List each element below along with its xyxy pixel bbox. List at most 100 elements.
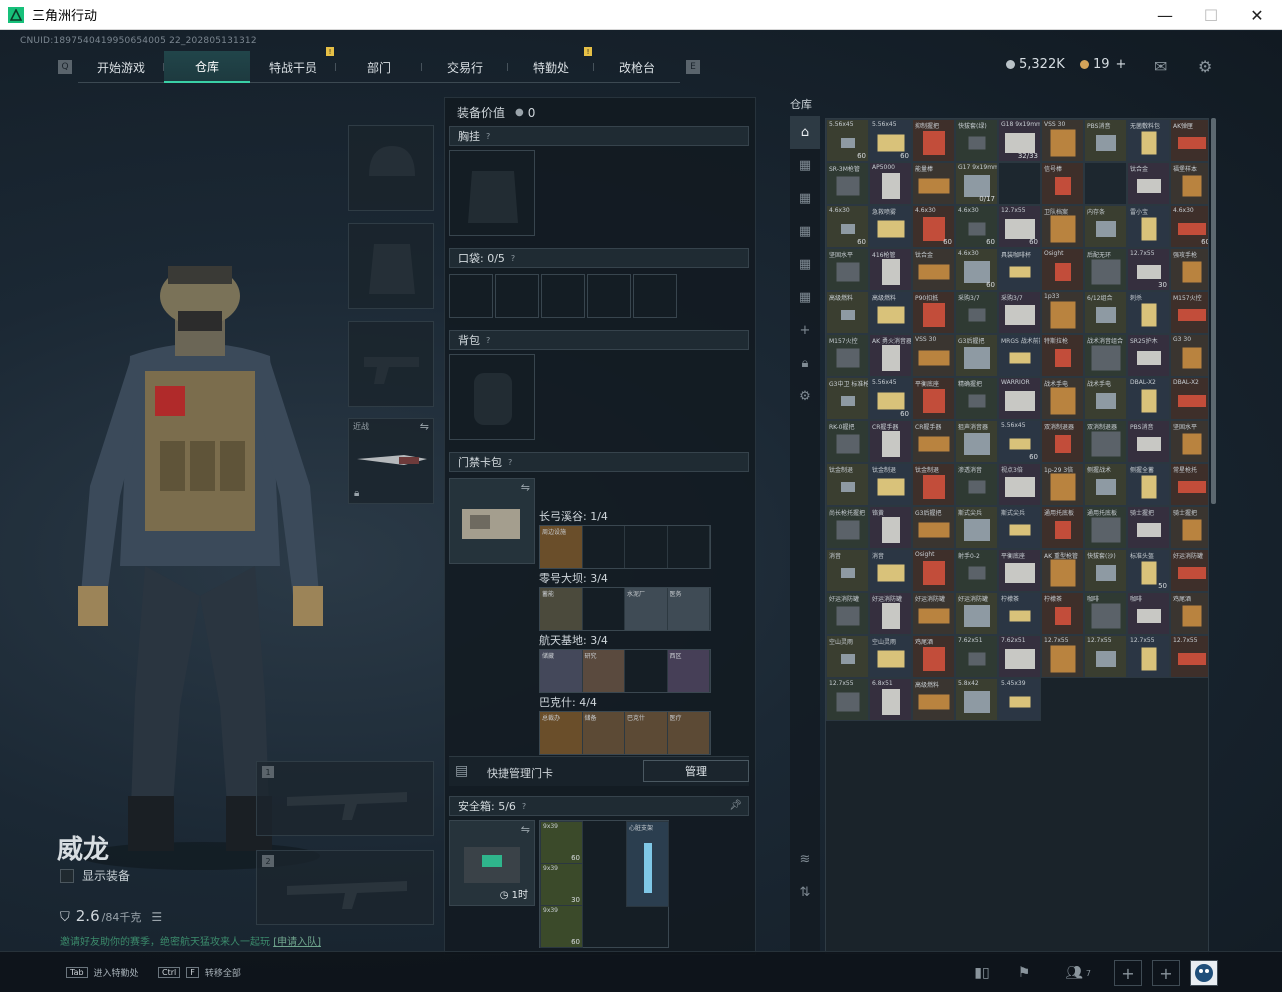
transfer-all-hint[interactable]: Ctrl F 转移全部 [158, 966, 241, 979]
close-button[interactable]: ✕ [1234, 0, 1280, 30]
chest-rig-slot[interactable] [449, 150, 535, 236]
storage-item[interactable]: 标准头盔 50 [1127, 549, 1170, 592]
storage-item[interactable]: 钛金制退 [826, 463, 869, 506]
storage-item[interactable]: MRGS 战术前握 [998, 334, 1041, 377]
mail-icon[interactable]: ✉ [1154, 57, 1167, 76]
storage-item[interactable]: 钛合金 [1127, 162, 1170, 205]
storage-item[interactable]: 采购3/7 [955, 291, 998, 334]
swap-icon[interactable]: ⇋ [420, 420, 429, 433]
storage-page-3-icon[interactable]: ▦ [790, 182, 820, 215]
friends-icon[interactable]: 👥︎ 7 [1058, 962, 1098, 984]
tab-special-ops[interactable]: 特勤处! [508, 47, 594, 83]
storage-item[interactable]: 战术手电 [1084, 377, 1127, 420]
storage-item[interactable]: 精确握把 [955, 377, 998, 420]
storage-item[interactable]: 骑士握把 [1170, 506, 1208, 549]
ammo-item[interactable]: 9x39 30 [540, 863, 583, 906]
storage-item[interactable]: 斯式尖兵 [955, 506, 998, 549]
keycard-slot[interactable]: 研究 [582, 650, 625, 692]
storage-item[interactable]: P90扣抵 [912, 291, 955, 334]
help-icon[interactable]: ? [486, 336, 490, 345]
help-icon[interactable]: ? [486, 132, 490, 141]
invite-slot-2[interactable]: + [1152, 960, 1180, 986]
storage-item[interactable]: 4.6x30 60 [912, 205, 955, 248]
storage-item[interactable]: 高级燃料 [912, 678, 955, 721]
add-page-icon[interactable]: + [790, 314, 820, 347]
storage-item[interactable]: CR握手器 [912, 420, 955, 463]
sort-icon[interactable]: ⇅ [790, 876, 820, 909]
storage-item[interactable]: 骑士握把 [1127, 506, 1170, 549]
storage-item[interactable]: 抑制握把 [912, 119, 955, 162]
ammo-item[interactable]: 9x39 60 [540, 905, 583, 948]
coin-balance[interactable]: 5,322K [1006, 57, 1065, 72]
storage-item[interactable]: 空山灵雨 [826, 635, 869, 678]
player-avatar[interactable] [1190, 960, 1218, 986]
tab-gunsmith[interactable]: 改枪台 [594, 51, 680, 83]
storage-item[interactable]: M157火控 [826, 334, 869, 377]
storage-item[interactable]: 平衡底座 [912, 377, 955, 420]
storage-item[interactable]: 双消制退器 [1084, 420, 1127, 463]
storage-item[interactable]: 5.8x42 [955, 678, 998, 721]
flag-icon[interactable]: ⚑ [1010, 962, 1038, 984]
storage-item[interactable]: AP5000 [869, 162, 912, 205]
checkbox-icon[interactable] [60, 868, 74, 883]
storage-item[interactable]: CR握手器 [869, 420, 912, 463]
pocket-slot[interactable] [449, 274, 493, 318]
storage-item[interactable]: DBAL-X2 [1127, 377, 1170, 420]
storage-item[interactable]: 好运消防罐 [826, 592, 869, 635]
storage-item[interactable]: 12.7x55 [826, 678, 869, 721]
storage-item[interactable]: 5.56x45 60 [869, 377, 912, 420]
storage-item[interactable]: G17 9x19mm 0/17 [955, 162, 998, 205]
storage-item[interactable]: 常星枪托 [1170, 463, 1208, 506]
keycard-slot[interactable] [625, 650, 668, 692]
storage-item[interactable]: 斯式尖兵 [998, 506, 1041, 549]
storage-item[interactable]: 4.6x30 60 [826, 205, 869, 248]
storage-item[interactable]: 坚固水平 [1170, 420, 1208, 463]
storage-item[interactable]: 能量棒 [912, 162, 955, 205]
storage-page-4-icon[interactable]: ▦ [790, 215, 820, 248]
keycard-slot[interactable]: 蓄能 [540, 588, 583, 630]
storage-item[interactable]: 4.6x30 60 [1170, 205, 1208, 248]
keycard-slot[interactable]: 医务 [667, 588, 710, 630]
storage-item[interactable]: SR25护木 [1127, 334, 1170, 377]
storage-item[interactable]: AK弹匣 [1170, 119, 1208, 162]
list-icon[interactable]: ☰ [151, 910, 162, 924]
storage-item[interactable]: 鸡尾酒 [912, 635, 955, 678]
storage-page-5-icon[interactable]: ▦ [790, 248, 820, 281]
storage-item[interactable]: M157火控 [1170, 291, 1208, 334]
tab-operators[interactable]: 特战干员! [250, 47, 336, 83]
storage-item[interactable]: 侧握全蓄 [1127, 463, 1170, 506]
storage-item[interactable]: VSS 30 [912, 334, 955, 377]
storage-item[interactable]: G3后握把 [912, 506, 955, 549]
pin-icon[interactable]: 📌︎ [729, 800, 742, 811]
storage-item[interactable]: 好运消防罐 [1170, 549, 1208, 592]
tab-start-game[interactable]: 开始游戏 [78, 51, 164, 83]
storage-item[interactable]: G3 30 [1170, 334, 1208, 377]
storage-item[interactable]: 福堡样本 [1170, 162, 1208, 205]
keycard-slot[interactable] [668, 526, 710, 568]
storage-item[interactable]: 狙声消音器 [955, 420, 998, 463]
storage-item[interactable]: PBS消音 [1084, 119, 1127, 162]
storage-home-icon[interactable]: ⌂ [790, 116, 820, 149]
storage-item[interactable]: 12.7x55 60 [998, 205, 1041, 248]
storage-item[interactable]: 双消制退器 [1041, 420, 1084, 463]
ticket-balance[interactable]: 19 + [1080, 57, 1126, 72]
storage-item[interactable]: AK 重型枪管 [1041, 549, 1084, 592]
keycard-slot[interactable]: 储备 [582, 712, 625, 754]
storage-item[interactable]: 特斯拉枪 [1041, 334, 1084, 377]
storage-item[interactable]: VSS 30 [1041, 119, 1084, 162]
storage-item[interactable]: 高级燃料 [826, 291, 869, 334]
swap-icon[interactable]: ⇋ [521, 823, 530, 836]
tab-trading[interactable]: 交易行 [422, 51, 508, 83]
enter-special-ops-hint[interactable]: Tab 进入特勤处 [66, 966, 139, 979]
backpack-slot[interactable] [449, 354, 535, 440]
pocket-slot[interactable] [633, 274, 677, 318]
storage-item[interactable]: 采购3/7 [998, 291, 1041, 334]
storage-item[interactable]: 强攻手枪 [1170, 248, 1208, 291]
storage-item[interactable]: 4.6x30 60 [955, 205, 998, 248]
storage-item[interactable]: 钛合金 [912, 248, 955, 291]
storage-item[interactable]: 快拔套(沙) [1084, 549, 1127, 592]
storage-item[interactable]: 5.56x45 60 [869, 119, 912, 162]
storage-item[interactable]: 战术手电 [1041, 377, 1084, 420]
storage-item[interactable]: 好运消防罐 [869, 592, 912, 635]
keycard-slot[interactable]: 总裁办 [540, 712, 583, 754]
